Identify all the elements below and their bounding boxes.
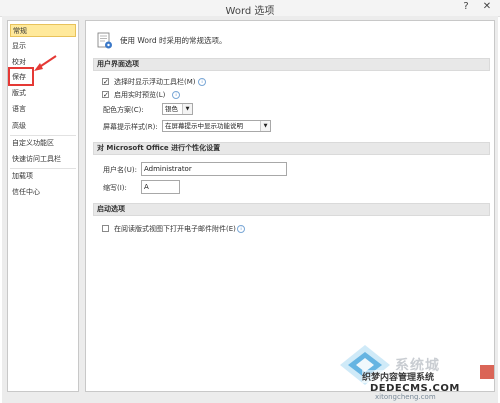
- chevron-down-icon: ▼: [260, 121, 270, 131]
- initials-label: 缩写(I):: [103, 184, 127, 192]
- initials-field[interactable]: A: [141, 180, 180, 194]
- personalize-section-header: 对 Microsoft Office 进行个性化设置: [93, 142, 490, 155]
- live-preview-checkbox[interactable]: ✓: [102, 91, 109, 99]
- sidebar-item-customize-ribbon[interactable]: 自定义功能区: [12, 137, 54, 150]
- ui-options-section-header: 用户界面选项: [93, 58, 490, 71]
- red-arrow-icon: [34, 55, 57, 71]
- general-options-header: 使用 Word 时采用的常规选项。: [120, 36, 227, 45]
- title-bar: Word 选项 ? ✕: [0, 0, 500, 17]
- color-scheme-dropdown[interactable]: 银色 ▼: [162, 103, 193, 115]
- help-button[interactable]: ?: [458, 0, 474, 14]
- chevron-down-icon: ▼: [182, 104, 192, 114]
- close-button[interactable]: ✕: [476, 0, 498, 14]
- watermark-text: 织梦内容管理系统: [362, 370, 435, 383]
- sidebar-item-display[interactable]: 显示: [12, 40, 26, 53]
- minitoolbar-label: 选择时显示浮动工具栏(M): [114, 78, 196, 86]
- info-icon: i: [198, 78, 206, 86]
- watermark-text: xitongcheng.com: [375, 393, 436, 401]
- sidebar-item-quick-access-toolbar[interactable]: 快速访问工具栏: [12, 153, 61, 166]
- sidebar-item-language[interactable]: 语言: [12, 103, 26, 116]
- screentip-style-label: 屏幕提示样式(R):: [103, 123, 158, 131]
- color-scheme-label: 配色方案(C):: [103, 106, 144, 114]
- minitoolbar-checkbox[interactable]: ✓: [102, 78, 109, 86]
- screentip-style-value: 在屏幕提示中显示功能说明: [165, 122, 243, 130]
- info-icon: i: [172, 91, 180, 99]
- reading-view-label: 在阅读版式视图下打开电子邮件附件(E): [114, 225, 236, 233]
- sidebar-divider: [10, 168, 76, 169]
- color-scheme-value: 银色: [165, 105, 178, 113]
- sidebar-divider: [10, 135, 76, 136]
- info-icon: i: [237, 225, 245, 233]
- username-label: 用户名(U):: [103, 166, 137, 174]
- live-preview-label: 启用实时预览(L): [114, 91, 166, 99]
- general-options-icon: [97, 32, 112, 49]
- sidebar-item-trust-center[interactable]: 信任中心: [12, 186, 40, 199]
- reading-view-checkbox[interactable]: [102, 225, 109, 232]
- sidebar-item-general[interactable]: 常规: [10, 24, 76, 37]
- sidebar-item-add-ins[interactable]: 加载项: [12, 170, 33, 183]
- sidebar-item-advanced[interactable]: 高级: [12, 120, 26, 133]
- startup-options-section-header: 启动选项: [93, 203, 490, 216]
- window-title: Word 选项: [225, 6, 275, 17]
- username-field[interactable]: Administrator: [141, 162, 287, 176]
- screentip-style-dropdown[interactable]: 在屏幕提示中显示功能说明 ▼: [162, 120, 271, 132]
- sidebar-item-typography[interactable]: 版式: [12, 87, 26, 100]
